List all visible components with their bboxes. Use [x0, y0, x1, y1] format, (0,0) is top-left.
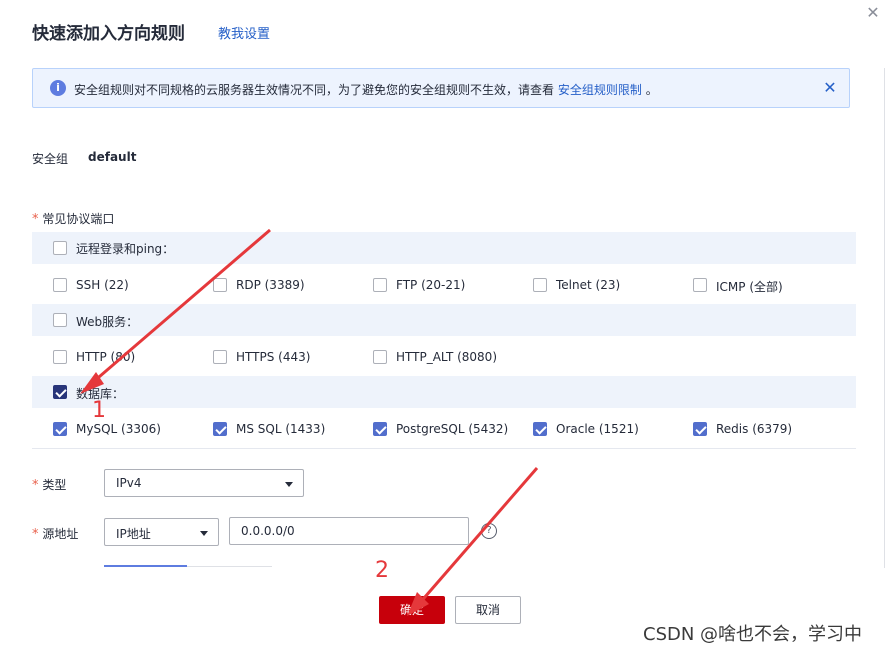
help-icon[interactable]: ?: [481, 523, 497, 539]
source-address-input[interactable]: 0.0.0.0/0: [229, 517, 469, 545]
ok-button[interactable]: 确定: [379, 596, 445, 624]
checkbox-http[interactable]: [53, 350, 67, 364]
checkbox-mysql[interactable]: [53, 422, 67, 436]
source-label: * 源地址: [32, 525, 78, 542]
option-label-http: HTTP (80): [76, 350, 136, 364]
alert-close-icon[interactable]: ✕: [821, 78, 839, 98]
option-label-rdp: RDP (3389): [236, 278, 305, 292]
checkbox-mssql[interactable]: [213, 422, 227, 436]
watermark: CSDN @啥也不会，学习中: [643, 624, 863, 645]
type-select[interactable]: IPv4: [104, 469, 304, 497]
checkbox-group-remote[interactable]: [53, 241, 67, 255]
option-label-ssh: SSH (22): [76, 278, 129, 292]
checkbox-redis[interactable]: [693, 422, 707, 436]
cancel-button[interactable]: 取消: [455, 596, 521, 624]
option-label-mssql: MS SQL (1433): [236, 422, 326, 436]
checkbox-http-alt[interactable]: [373, 350, 387, 364]
checkbox-telnet[interactable]: [533, 278, 547, 292]
option-label-postgresql: PostgreSQL (5432): [396, 422, 509, 436]
ports-label-text: 常见协议端口: [42, 212, 115, 226]
option-label-redis: Redis (6379): [716, 422, 793, 436]
alert-message: 安全组规则对不同规格的云服务器生效情况不同，为了避免您的安全组规则不生效，请查看: [74, 83, 555, 97]
group-row-database: [32, 376, 856, 408]
divider: [32, 448, 856, 449]
required-mark: *: [32, 478, 39, 493]
alert-text: 安全组规则对不同规格的云服务器生效情况不同，为了避免您的安全组规则不生效，请查看…: [74, 81, 658, 98]
alert-suffix: 。: [645, 83, 658, 97]
option-label-ftp: FTP (20-21): [396, 278, 466, 292]
type-label-text: 类型: [42, 478, 67, 492]
annotation-step2: 2: [375, 558, 389, 583]
type-label: * 类型: [32, 476, 66, 493]
option-label-telnet: Telnet (23): [556, 278, 621, 292]
option-label-oracle: Oracle (1521): [556, 422, 639, 436]
option-label-https: HTTPS (443): [236, 350, 311, 364]
source-type-value: IP地址: [116, 527, 151, 541]
alert-link[interactable]: 安全组规则限制: [558, 83, 642, 97]
group-label-web: Web服务：: [76, 315, 139, 329]
checkbox-group-database[interactable]: [53, 385, 67, 399]
option-label-mysql: MySQL (3306): [76, 422, 161, 436]
required-mark: *: [32, 212, 39, 227]
annotation-step1: 1: [92, 398, 106, 423]
checkbox-oracle[interactable]: [533, 422, 547, 436]
checkbox-https[interactable]: [213, 350, 227, 364]
checkbox-group-web[interactable]: [53, 313, 67, 327]
required-mark: *: [32, 527, 39, 542]
group-label-remote: 远程登录和ping：: [76, 242, 175, 256]
type-select-value: IPv4: [116, 476, 142, 490]
ports-label: * 常见协议端口: [32, 210, 114, 227]
source-address-value: 0.0.0.0/0: [241, 524, 295, 538]
tab-active-indicator[interactable]: [104, 565, 187, 567]
info-icon: i: [50, 80, 66, 96]
security-group-label: 安全组: [32, 152, 69, 166]
option-label-icmp: ICMP (全部): [716, 280, 783, 294]
security-group-value: default: [88, 150, 137, 164]
checkbox-ssh[interactable]: [53, 278, 67, 292]
checkbox-icmp[interactable]: [693, 278, 707, 292]
checkbox-ftp[interactable]: [373, 278, 387, 292]
chevron-down-icon: [200, 531, 208, 536]
help-link[interactable]: 教我设置: [218, 23, 270, 42]
source-label-text: 源地址: [42, 527, 79, 541]
checkbox-rdp[interactable]: [213, 278, 227, 292]
source-type-select[interactable]: IP地址: [104, 518, 219, 546]
checkbox-postgresql[interactable]: [373, 422, 387, 436]
option-label-http-alt: HTTP_ALT (8080): [396, 350, 497, 364]
info-alert: i 安全组规则对不同规格的云服务器生效情况不同，为了避免您的安全组规则不生效，请…: [32, 68, 850, 108]
group-row-web: [32, 304, 856, 336]
scrollbar-track[interactable]: [884, 68, 885, 568]
chevron-down-icon: [285, 482, 293, 487]
dialog-title: 快速添加入方向规则: [32, 24, 185, 44]
close-icon[interactable]: ✕: [864, 4, 882, 22]
